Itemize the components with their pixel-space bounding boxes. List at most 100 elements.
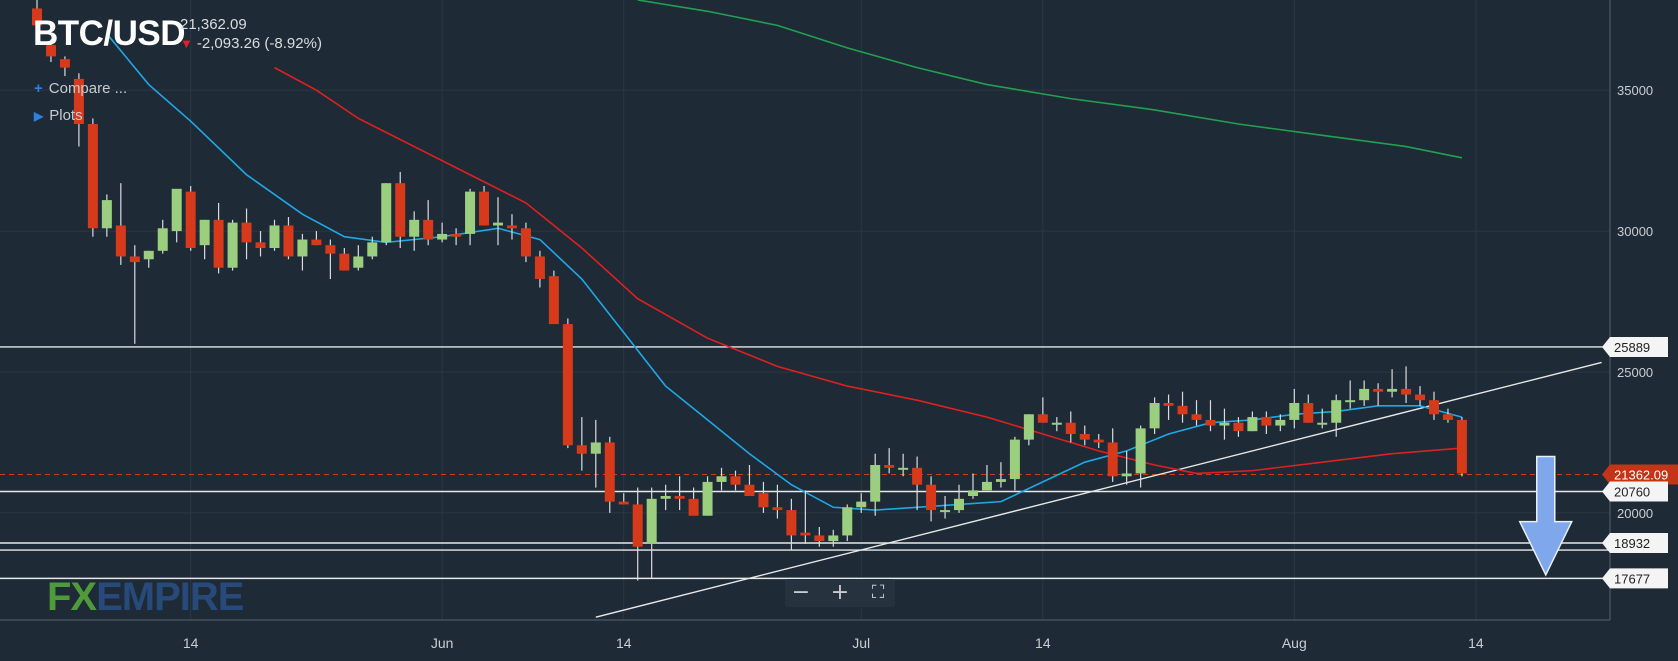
price-tag-label: 25889: [1614, 340, 1650, 355]
candle-up: [1289, 403, 1300, 420]
fullscreen-button[interactable]: ⛶: [865, 581, 891, 605]
candle-up: [660, 496, 671, 499]
candle-down: [688, 498, 699, 516]
candle-up: [493, 222, 504, 226]
candle-up: [269, 225, 280, 248]
candle-down: [800, 532, 811, 536]
candle-down: [674, 496, 685, 499]
candle-down: [1163, 403, 1174, 406]
candle-up: [646, 498, 657, 544]
zoom-out-button[interactable]: −: [788, 581, 814, 605]
candle-up: [898, 467, 909, 470]
candle-up: [828, 535, 839, 542]
price-change: ▼ -2,093.26 (-8.92%): [180, 35, 322, 52]
price-chart[interactable]: 20000 25000 30000 35000 14 Jun 14 Jul 14 Aug 14 258…: [0, 0, 1678, 661]
plots-button[interactable]: ▶ Plots: [34, 107, 83, 124]
x-tick-label: Jul: [852, 635, 870, 651]
compare-button[interactable]: + Compare ...: [34, 80, 127, 97]
price-tag-label: 21362.09: [1614, 468, 1668, 483]
candle-up: [101, 200, 112, 229]
candle-up: [199, 219, 210, 246]
plots-label: Plots: [49, 107, 83, 124]
candle-down: [618, 501, 629, 505]
candle-down: [451, 233, 462, 237]
candle-up: [1149, 403, 1160, 429]
price-tag-label: 17677: [1614, 571, 1650, 586]
y-tick-label: 35000: [1617, 83, 1653, 98]
plus-icon: +: [34, 80, 43, 97]
x-tick-label: Jun: [431, 635, 454, 651]
candle-down: [814, 535, 825, 542]
candle-down: [241, 222, 252, 243]
y-tick-label: 30000: [1617, 224, 1653, 239]
candle-down: [520, 228, 531, 257]
candle-down: [185, 191, 196, 248]
candle-up: [367, 242, 378, 257]
candle-down: [786, 510, 797, 536]
candle-up: [465, 191, 476, 234]
candle-up: [409, 219, 420, 237]
candle-down: [1303, 403, 1314, 423]
play-triangle-icon: ▶: [34, 109, 44, 123]
candle-down: [534, 256, 545, 279]
zoom-controls: − + ⛶: [785, 579, 895, 607]
x-tick-label: 14: [616, 635, 632, 651]
candle-up: [1121, 473, 1132, 477]
candle-down: [1191, 414, 1202, 420]
candle-down: [1107, 442, 1118, 477]
fxempire-logo: FXEMPIRE: [47, 575, 244, 619]
candle-up: [1331, 400, 1342, 423]
candle-down: [255, 242, 266, 248]
candle-up: [967, 490, 978, 496]
candle-down: [632, 504, 643, 547]
candle-up: [1247, 417, 1258, 432]
ma-fast-line: [106, 33, 1463, 511]
ma-mid-line: [274, 66, 1463, 475]
candle-up: [856, 501, 867, 508]
candle-down: [311, 239, 322, 246]
candle-down: [884, 465, 895, 468]
candle-down: [87, 124, 98, 229]
candle-up: [981, 481, 992, 491]
candle-down: [1442, 414, 1453, 420]
candle-up: [1023, 414, 1034, 440]
candle-up: [227, 222, 238, 268]
candle-up: [870, 465, 881, 502]
candle-up: [353, 256, 364, 268]
price-tag-label: 18932: [1614, 536, 1650, 551]
candle-down: [926, 484, 937, 511]
y-tick-label: 20000: [1617, 506, 1653, 521]
candle-down: [129, 256, 140, 263]
candle-down: [325, 245, 336, 254]
candle-down: [548, 276, 559, 325]
candle-up: [297, 239, 308, 257]
symbol-title: BTC/USD: [33, 14, 186, 53]
candle-down: [1037, 414, 1048, 423]
candle-up: [143, 250, 154, 260]
y-tick-label: 25000: [1617, 365, 1653, 380]
candle-down: [772, 507, 783, 511]
zoom-in-button[interactable]: +: [827, 581, 853, 605]
candle-up: [1135, 428, 1146, 474]
candle-down: [1261, 417, 1272, 426]
arrow-down-icon: ▼: [180, 36, 193, 51]
candle-down: [1205, 419, 1216, 426]
candle-up: [1219, 422, 1230, 426]
candle-down: [562, 324, 573, 446]
candle-down: [576, 445, 587, 454]
candle-up: [1387, 388, 1398, 392]
candle-up: [381, 183, 392, 243]
candle-down: [1079, 434, 1090, 440]
candle-up: [1275, 419, 1286, 426]
x-tick-label: 14: [183, 635, 199, 651]
price-tag-label: 20760: [1614, 484, 1650, 499]
candle-up: [590, 442, 601, 454]
candle-up: [940, 510, 951, 513]
candle-down: [1456, 419, 1467, 474]
candle-down: [744, 484, 755, 496]
last-price: 21,362.09: [180, 16, 247, 33]
price-change-value: -2,093.26 (-8.92%): [196, 35, 322, 52]
candle-down: [730, 476, 741, 485]
candle-up: [702, 481, 713, 516]
candle-down: [1429, 400, 1439, 415]
